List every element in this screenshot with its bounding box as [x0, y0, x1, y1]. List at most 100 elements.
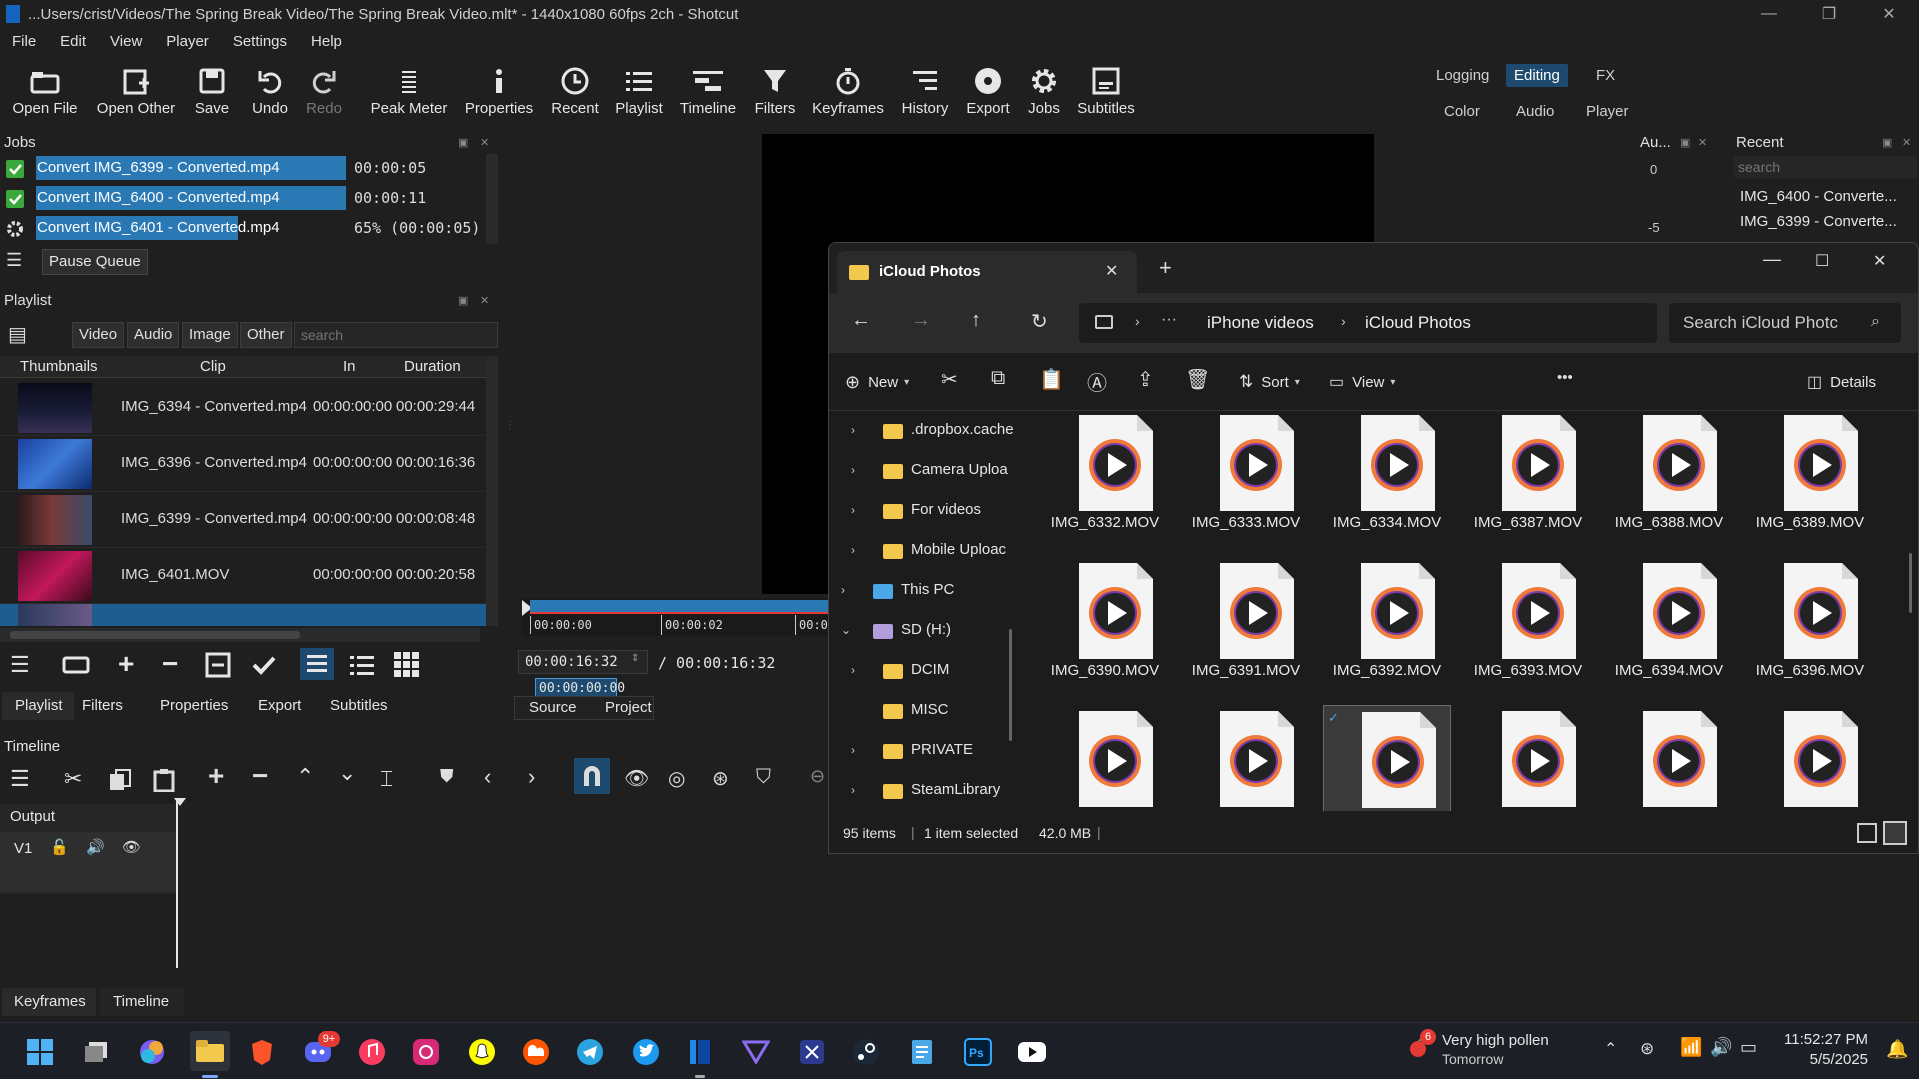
mute-icon[interactable]: 🔊 — [86, 838, 105, 856]
file-item[interactable]: IMG_6387.MOV — [1464, 411, 1592, 549]
file-item[interactable]: ✓IMG_6401.MOV — [1323, 705, 1451, 811]
float-icon[interactable]: ▣ — [458, 136, 470, 149]
lift-icon[interactable]: ⌃ — [296, 764, 314, 790]
copy-icon[interactable] — [108, 768, 132, 792]
menu-edit[interactable]: Edit — [48, 33, 98, 50]
details-layout-icon[interactable] — [1857, 823, 1877, 843]
file-item[interactable]: IMG_6411.MOV — [1464, 705, 1592, 811]
explorer-search[interactable]: Search iCloud Photc ⌕ — [1669, 303, 1901, 343]
float-icon[interactable]: ▣ — [1882, 136, 1894, 149]
close-panel-icon[interactable]: ✕ — [480, 136, 492, 149]
remove-icon[interactable]: − — [252, 760, 268, 792]
lock-icon[interactable]: 🔓 — [50, 838, 69, 856]
layout-audio-button[interactable]: Audio — [1508, 100, 1562, 123]
add-icon[interactable]: + — [118, 648, 134, 680]
delete-icon[interactable]: 🗑 — [1185, 367, 1210, 392]
chevron-right-icon[interactable]: › — [851, 663, 855, 677]
soundcloud-icon[interactable] — [520, 1036, 552, 1068]
sort-button[interactable]: ⇅ Sort ▾ — [1239, 369, 1300, 395]
layout-fx-button[interactable]: FX — [1588, 64, 1623, 87]
file-item[interactable]: IMG_6415.MOV — [1746, 705, 1874, 811]
playhead-marker-icon[interactable] — [174, 798, 186, 806]
up-icon[interactable]: ↑ — [971, 309, 981, 332]
keyframes-button[interactable]: Keyframes — [810, 62, 886, 122]
new-button[interactable]: ⊕ New ▾ — [845, 369, 909, 395]
weather-title[interactable]: Very high pollen — [1442, 1032, 1549, 1049]
splitter-handle[interactable]: ⋮ — [505, 420, 515, 438]
float-icon[interactable]: ▣ — [1680, 136, 1692, 149]
proton-vpn-icon[interactable] — [740, 1036, 772, 1068]
battery-icon[interactable]: ▭ — [1740, 1037, 1757, 1058]
undo-button[interactable]: Undo — [248, 62, 292, 122]
new-tab-icon[interactable]: + — [1159, 255, 1172, 281]
tab-project[interactable]: Project — [605, 699, 652, 716]
layout-color-button[interactable]: Color — [1436, 100, 1488, 123]
chevron-right-icon[interactable]: › — [851, 543, 855, 557]
prev-marker-icon[interactable]: ‹ — [484, 764, 491, 790]
tiles-layout-icon[interactable] — [1883, 821, 1907, 845]
notification-bell-icon[interactable]: 🔔 — [1886, 1039, 1908, 1060]
current-time-field[interactable]: 00:00:16:32 ⇕ — [518, 650, 648, 674]
job-row[interactable]: Convert IMG_6401 - Converted.mp4 65% (00… — [0, 214, 500, 242]
playlist-hscrollbar[interactable] — [0, 628, 480, 642]
vpn-app-icon[interactable] — [796, 1036, 828, 1068]
layout-player-button[interactable]: Player — [1578, 100, 1637, 123]
files-scrollbar[interactable] — [1909, 553, 1912, 613]
explorer-tab[interactable]: iCloud Photos ✕ — [837, 251, 1137, 293]
playlist-row[interactable]: IMG_6399 - Converted.mp4 00:00:00:00 00:… — [0, 492, 488, 548]
file-item[interactable]: IMG_6392.MOV — [1323, 557, 1451, 697]
playlist-button[interactable]: Playlist — [612, 62, 666, 122]
more-options-icon[interactable]: ••• — [1557, 369, 1573, 386]
playlist-row-selected[interactable] — [0, 604, 488, 626]
notepad-icon[interactable] — [906, 1036, 938, 1068]
paste-icon[interactable]: 📋 — [1039, 367, 1064, 392]
path-ellipsis[interactable]: ··· — [1161, 311, 1177, 329]
shotcut-taskbar-icon[interactable] — [684, 1036, 716, 1068]
chevron-up-icon[interactable]: ⌃ — [1604, 1039, 1617, 1059]
file-item[interactable]: IMG_6399.MOV — [1041, 705, 1169, 811]
save-button[interactable]: Save — [190, 62, 234, 122]
menu-settings[interactable]: Settings — [221, 33, 299, 50]
timeline-playhead[interactable] — [176, 800, 178, 968]
rename-icon[interactable]: Ⓐ — [1087, 367, 1107, 396]
open-other-button[interactable]: Open Other — [94, 62, 178, 122]
recent-button[interactable]: Recent — [550, 62, 600, 122]
float-icon[interactable]: ▣ — [458, 294, 470, 307]
windows-start-icon[interactable] — [24, 1036, 56, 1068]
col-clip[interactable]: Clip — [200, 358, 226, 375]
chevron-right-icon[interactable]: › — [851, 743, 855, 757]
playlist-row[interactable]: IMG_6394 - Converted.mp4 00:00:00:00 00:… — [0, 380, 488, 436]
export-button[interactable]: Export — [962, 62, 1014, 122]
layout-editing-button[interactable]: Editing — [1506, 64, 1568, 87]
playlist-tab-image[interactable]: Image — [182, 322, 238, 348]
eye-icon[interactable]: 👁 — [122, 838, 141, 856]
ripple-all-icon[interactable]: ⊛ — [712, 766, 729, 791]
file-item[interactable]: IMG_6394.MOV — [1605, 557, 1733, 697]
paste-icon[interactable] — [152, 768, 176, 792]
steam-icon[interactable] — [850, 1036, 882, 1068]
ripple-icon[interactable]: ◎ — [668, 766, 685, 791]
history-button[interactable]: History — [896, 62, 954, 122]
close-panel-icon[interactable]: ✕ — [1902, 136, 1914, 149]
file-item[interactable]: IMG_6389.MOV — [1746, 411, 1874, 549]
nav-item[interactable]: › SteamLibrary — [829, 775, 1019, 807]
file-item[interactable]: IMG_6396.MOV — [1746, 557, 1874, 697]
minimize-button[interactable]: — — [1740, 0, 1798, 28]
chevron-right-icon[interactable]: › — [851, 423, 855, 437]
jobs-button[interactable]: Jobs — [1024, 62, 1064, 122]
volume-icon[interactable]: 🔊 — [1710, 1037, 1732, 1058]
recent-search-input[interactable] — [1734, 156, 1917, 178]
nav-item[interactable]: › PRIVATE — [829, 735, 1019, 767]
clock-time[interactable]: 11:52:27 PM — [1784, 1031, 1868, 1048]
jobs-scrollbar[interactable] — [486, 154, 498, 244]
marker-icon[interactable]: ⛊ — [440, 766, 454, 787]
wifi-icon[interactable]: 📶 — [1680, 1037, 1702, 1058]
playlist-menu-icon[interactable]: ☰ — [10, 652, 30, 678]
properties-button[interactable]: Properties — [460, 62, 538, 122]
col-thumbnails[interactable]: Thumbnails — [20, 358, 98, 375]
chevron-right-icon[interactable]: › — [851, 503, 855, 517]
youtube-icon[interactable] — [1016, 1036, 1048, 1068]
clock-date[interactable]: 5/5/2025 — [1784, 1051, 1868, 1068]
subtitles-button[interactable]: Subtitles — [1074, 62, 1138, 122]
file-explorer-taskbar-icon[interactable] — [190, 1031, 230, 1071]
